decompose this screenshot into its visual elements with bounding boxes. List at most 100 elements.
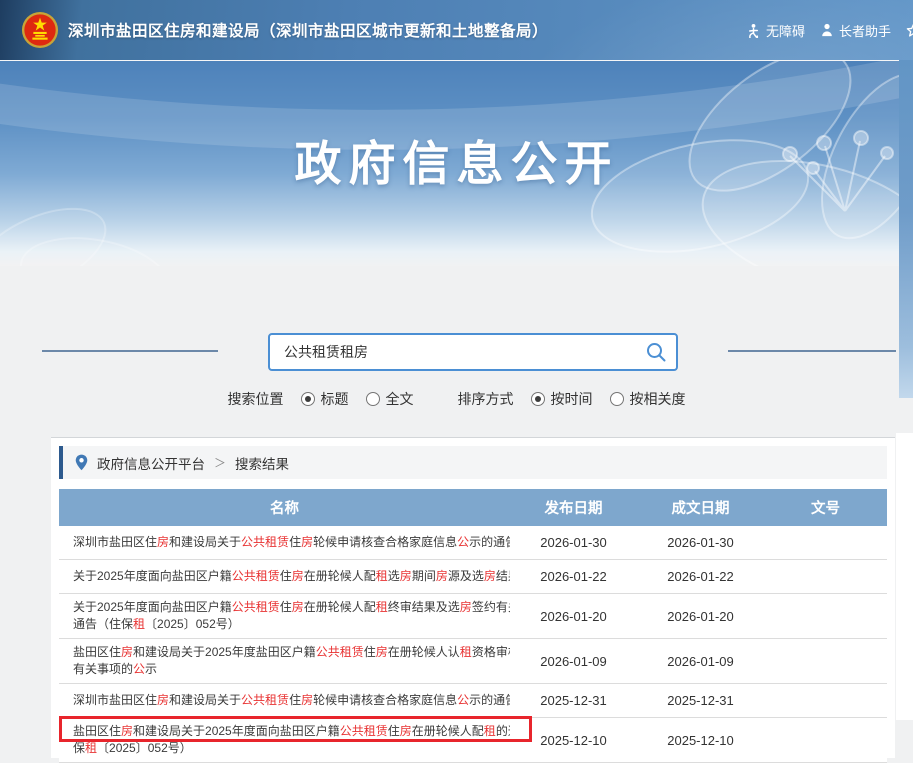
publish-date-cell: 2025-12-10 <box>510 733 637 748</box>
table-header-row: 名称 发布日期 成文日期 文号 <box>59 489 887 526</box>
title-text: 在册轮候人配 <box>412 724 484 738</box>
title-text: 和建设局关于2025年度盐田区户籍 <box>133 645 316 659</box>
title-text: 结果 <box>496 569 510 583</box>
search-box <box>268 333 678 371</box>
scope-label: 搜索位置 <box>228 389 284 409</box>
search-filters: 搜索位置 标题 全文 排序方式 按时间 按相关度 <box>0 389 913 409</box>
title-text: 和建设局关于2025年度面向盐田区户籍 <box>133 724 340 738</box>
publish-date-cell: 2025-12-31 <box>510 693 637 708</box>
title-text: 住 <box>388 724 400 738</box>
breadcrumb: 政府信息公开平台 ＞ 搜索结果 <box>59 446 887 479</box>
title-text: 住 <box>280 569 292 583</box>
result-title-link[interactable]: 关于2025年度面向盐田区户籍公共租赁住房在册轮候人配租终审结果及选房签约有关事… <box>59 597 510 635</box>
keyword-highlight: 房 <box>121 724 133 738</box>
title-text: 源及选 <box>448 569 484 583</box>
radio-fulltext[interactable] <box>366 392 380 406</box>
table-row: 深圳市盐田区住房和建设局关于公共租赁住房轮候申请核查合格家庭信息公示的通告202… <box>59 684 887 718</box>
keyword-highlight: 租 <box>484 724 496 738</box>
title-text: 示的通告 <box>469 535 510 549</box>
table-row: 盐田区住房和建设局关于2025年度面向盐田区户籍公共租赁住房在册轮候人配租的通告… <box>59 718 887 763</box>
title-text: 和建设局关于 <box>169 535 241 549</box>
written-date-cell: 2026-01-09 <box>637 654 764 669</box>
search-input[interactable] <box>282 343 636 361</box>
radio-bytime[interactable] <box>531 392 545 406</box>
title-text: 住 <box>289 535 301 549</box>
keyword-highlight: 房 <box>484 569 496 583</box>
radio-title[interactable] <box>301 392 315 406</box>
title-text: 轮候申请核查合格家庭信息 <box>313 693 457 707</box>
breadcrumb-root-link[interactable]: 政府信息公开平台 <box>97 453 205 473</box>
title-text: 期间 <box>412 569 436 583</box>
keyword-highlight: 房 <box>301 693 313 707</box>
keyword-highlight: 租 <box>376 569 388 583</box>
keyword-highlight: 公共租赁 <box>241 535 289 549</box>
decor-line-right <box>728 350 896 352</box>
table-row: 盐田区住房和建设局关于2025年度盐田区户籍公共租赁住房在册轮候人认租资格审核结… <box>59 639 887 684</box>
title-text: 签约有关事项的 <box>472 600 510 614</box>
title-text: 资格审核结果及 <box>472 645 510 659</box>
topbar-links: 无障碍 长者助手 收藏 <box>746 0 913 60</box>
header-doc-number: 文号 <box>764 497 887 518</box>
national-emblem-icon <box>21 11 59 49</box>
title-text: 有关事项的 <box>73 662 133 676</box>
breadcrumb-separator: ＞ <box>214 454 226 471</box>
breadcrumb-current: 搜索结果 <box>235 453 289 473</box>
keyword-highlight: 房 <box>292 569 304 583</box>
accessibility-link[interactable]: 无障碍 <box>746 21 805 40</box>
radio-option-title[interactable]: 标题 <box>301 389 349 409</box>
keyword-highlight: 房 <box>400 569 412 583</box>
title-text: 轮候申请核查合格家庭信息 <box>313 535 457 549</box>
decor-line-left <box>42 350 218 352</box>
radio-option-byrelevance[interactable]: 按相关度 <box>610 389 686 409</box>
title-text: 〔2025〕052号） <box>97 741 192 755</box>
result-title-link[interactable]: 深圳市盐田区住房和建设局关于公共租赁住房轮候申请核查合格家庭信息公示的通告 <box>59 532 510 553</box>
written-date-cell: 2025-12-31 <box>637 693 764 708</box>
written-date-cell: 2026-01-20 <box>637 609 764 624</box>
page-banner: 政府信息公开 <box>0 60 913 266</box>
title-text: 住 <box>289 693 301 707</box>
keyword-highlight: 房 <box>436 569 448 583</box>
title-text: 保 <box>73 741 85 755</box>
right-edge-widget-blue <box>899 60 913 398</box>
title-text: 盐田区住 <box>73 645 121 659</box>
title-text: 盐田区住 <box>73 724 121 738</box>
keyword-highlight: 房 <box>376 645 388 659</box>
result-title-link[interactable]: 深圳市盐田区住房和建设局关于公共租赁住房轮候申请核查合格家庭信息公示的通告 <box>59 690 510 711</box>
right-edge-widget-white <box>896 433 913 720</box>
result-title-link[interactable]: 盐田区住房和建设局关于2025年度面向盐田区户籍公共租赁住房在册轮候人配租的通告… <box>59 721 510 759</box>
radio-option-fulltext[interactable]: 全文 <box>366 389 414 409</box>
favorite-link[interactable]: 收藏 <box>906 21 913 40</box>
keyword-highlight: 房 <box>292 600 304 614</box>
header-name: 名称 <box>59 497 510 518</box>
keyword-highlight: 租 <box>133 617 145 631</box>
title-text: 示的通告 <box>469 693 510 707</box>
elder-assist-link[interactable]: 长者助手 <box>820 21 891 40</box>
keyword-highlight: 公共租赁 <box>316 645 364 659</box>
title-text: 在册轮候人认 <box>388 645 460 659</box>
result-title-link[interactable]: 盐田区住房和建设局关于2025年度盐田区户籍公共租赁住房在册轮候人认租资格审核结… <box>59 642 510 680</box>
title-text: 在册轮候人配 <box>304 600 376 614</box>
keyword-highlight: 公 <box>457 693 469 707</box>
keyword-highlight: 房 <box>121 645 133 659</box>
radio-option-bytime[interactable]: 按时间 <box>531 389 593 409</box>
publish-date-cell: 2026-01-30 <box>510 535 637 550</box>
sort-label: 排序方式 <box>458 389 514 409</box>
title-text: 关于2025年度面向盐田区户籍 <box>73 600 232 614</box>
written-date-cell: 2026-01-22 <box>637 569 764 584</box>
results-tbody: 深圳市盐田区住房和建设局关于公共租赁住房轮候申请核查合格家庭信息公示的通告202… <box>59 526 887 763</box>
location-pin-icon <box>75 454 88 471</box>
keyword-highlight: 房 <box>460 600 472 614</box>
keyword-highlight: 公共租赁 <box>241 693 289 707</box>
keyword-highlight: 租 <box>85 741 97 755</box>
keyword-highlight: 公共租赁 <box>232 600 280 614</box>
content-card: 政府信息公开平台 ＞ 搜索结果 名称 发布日期 成文日期 文号 深圳市盐田区住房… <box>51 437 895 758</box>
accessibility-icon <box>746 23 761 38</box>
elder-assist-icon <box>820 23 834 37</box>
title-text: 深圳市盐田区住 <box>73 535 157 549</box>
keyword-highlight: 公共租赁 <box>340 724 388 738</box>
search-button[interactable] <box>636 335 676 369</box>
header-written-date: 成文日期 <box>637 497 764 518</box>
publish-date-cell: 2026-01-20 <box>510 609 637 624</box>
radio-byrelevance[interactable] <box>610 392 624 406</box>
result-title-link[interactable]: 关于2025年度面向盐田区户籍公共租赁住房在册轮候人配租选房期间房源及选房结果公… <box>59 566 510 587</box>
